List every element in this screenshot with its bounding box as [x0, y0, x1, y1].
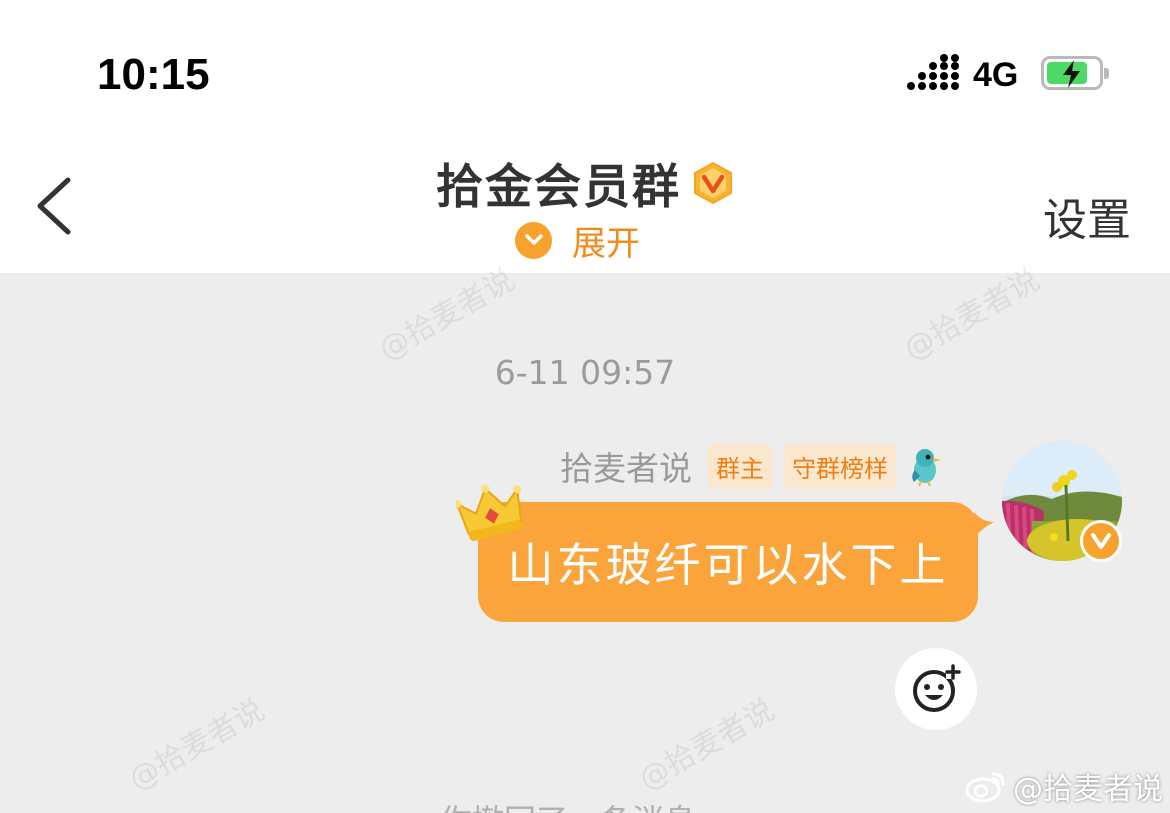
watermark-text: @拾麦者说	[123, 692, 271, 798]
signal-strength-icon	[907, 54, 959, 92]
verified-badge-icon	[1080, 520, 1122, 562]
expand-button[interactable]: 展开	[515, 218, 640, 264]
verified-v-icon	[694, 161, 733, 204]
chevron-down-icon	[515, 221, 552, 259]
settings-button[interactable]: 设置	[1043, 184, 1131, 248]
top-bar: 10:15 4G 拾金会员群 展开 设置	[0, 0, 1170, 273]
owner-tag: 群主	[708, 443, 772, 489]
recall-notice: 你撤回了一条消息	[440, 796, 696, 813]
bird-badge-icon	[912, 449, 941, 486]
network-type: 4G	[973, 56, 1019, 94]
sender-info: 拾麦者说 群主 守群榜样	[560, 442, 942, 490]
weibo-logo-icon	[965, 772, 1005, 803]
message-timestamp: 6-11 09:57	[494, 353, 676, 392]
sender-name[interactable]: 拾麦者说	[560, 442, 692, 490]
credit-text: @拾麦者说	[1013, 772, 1163, 807]
watermark-text: @拾麦者说	[633, 692, 781, 798]
message-bubble[interactable]: 山东玻纤可以水下上	[478, 502, 978, 622]
bubble-tail	[974, 512, 994, 538]
message-text: 山东玻纤可以水下上	[507, 538, 949, 592]
crown-icon	[456, 484, 523, 541]
page-title: 拾金会员群	[435, 160, 681, 215]
add-reaction-button[interactable]	[895, 648, 977, 730]
role-tag: 守群榜样	[784, 443, 896, 489]
weibo-credit: @拾麦者说	[965, 764, 1163, 808]
smiley-plus-icon	[913, 664, 961, 712]
battery-charging-icon	[1041, 56, 1109, 90]
group-title-wrap: 拾金会员群	[0, 148, 1170, 217]
expand-label: 展开	[572, 223, 640, 264]
status-time: 10:15	[97, 50, 210, 99]
